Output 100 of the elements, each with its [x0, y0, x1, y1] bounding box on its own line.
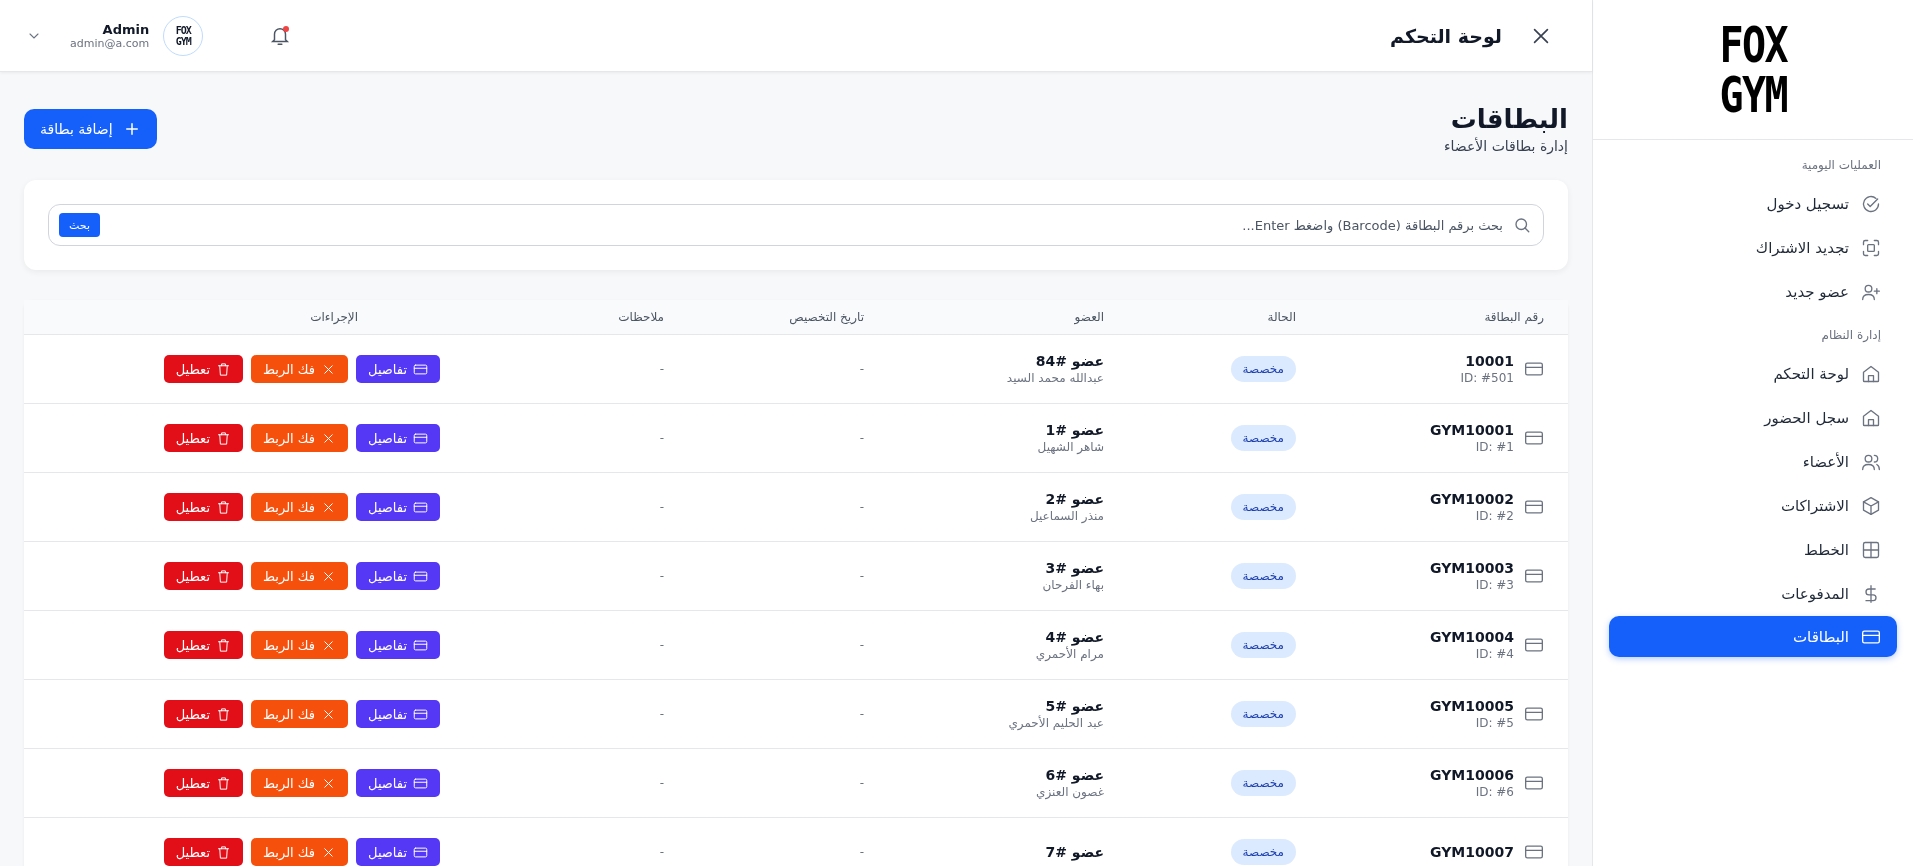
disable-button[interactable]: تعطيل: [163, 631, 243, 659]
member-label: عضو #5: [1044, 698, 1104, 714]
sidebar-item[interactable]: الخطط: [1609, 528, 1897, 572]
table-cell: -: [659, 845, 664, 859]
table-cell: -: [859, 776, 864, 790]
status-badge: مخصصة: [1230, 839, 1296, 865]
member-label: عضو #1: [1044, 422, 1104, 438]
column-header: رقم البطاقة: [1484, 310, 1544, 324]
table-cell: -: [859, 845, 864, 859]
add-card-button[interactable]: إضافة بطاقة: [24, 109, 157, 149]
search-button[interactable]: بحث: [59, 213, 100, 237]
disable-button[interactable]: تعطيل: [163, 769, 243, 797]
trash-icon: [216, 775, 231, 791]
credit-card-icon: [413, 706, 428, 722]
member-name: بهاء الفرحان: [1042, 578, 1104, 592]
card-id: ID: #1: [1475, 440, 1514, 454]
card-number: 10001: [1465, 353, 1514, 369]
details-button[interactable]: تفاصيل: [356, 769, 440, 797]
credit-card-icon: [413, 568, 428, 584]
unlink-button[interactable]: فك الربط: [251, 562, 349, 590]
status-badge: مخصصة: [1230, 494, 1296, 520]
disable-button[interactable]: تعطيل: [163, 562, 243, 590]
sidebar-item[interactable]: عضو جديد: [1609, 270, 1897, 314]
home-icon: [1861, 408, 1881, 428]
check-circle-icon: [1861, 194, 1881, 214]
card-number: GYM10007: [1430, 844, 1514, 860]
heading: البطاقات: [1449, 104, 1568, 134]
column-header: الإجراءات: [310, 310, 358, 324]
disable-button[interactable]: تعطيل: [163, 700, 243, 728]
member-name: مرام الأحمري: [1035, 647, 1104, 661]
table-cell: -: [659, 707, 664, 721]
table-cell: -: [659, 362, 664, 376]
details-button[interactable]: تفاصيل: [356, 700, 440, 728]
user-name: Admin: [102, 21, 150, 37]
details-button[interactable]: تفاصيل: [356, 493, 440, 521]
unlink-button[interactable]: فك الربط: [251, 424, 349, 452]
card-number: GYM10004: [1430, 629, 1514, 645]
home-icon: [1861, 364, 1881, 384]
disable-button[interactable]: تعطيل: [163, 424, 243, 452]
sidebar-item[interactable]: تجديد الاشتراك: [1609, 226, 1897, 270]
member-name: عبد الحليم الأحمري: [1008, 716, 1104, 730]
details-button[interactable]: تفاصيل: [356, 631, 440, 659]
cube-icon: [1861, 496, 1881, 516]
member-label: عضو #7: [1045, 844, 1104, 860]
trash-icon: [216, 637, 231, 653]
sidebar-item[interactable]: الاشتراكات: [1609, 484, 1897, 528]
table-cell: -: [859, 569, 864, 583]
member-label: عضو #6: [1044, 767, 1104, 783]
section-title: العمليات اليومية: [1800, 158, 1882, 174]
status-badge: مخصصة: [1230, 632, 1296, 658]
trash-icon: [216, 499, 231, 515]
details-button[interactable]: تفاصيل: [356, 355, 440, 383]
table-cell: -: [859, 362, 864, 376]
trash-icon: [216, 844, 231, 860]
status-badge: مخصصة: [1230, 701, 1296, 727]
search-icon: [1513, 216, 1531, 234]
disable-button[interactable]: تعطيل: [163, 838, 243, 866]
subtitle: إدارة بطاقات الأعضاء: [1444, 138, 1568, 154]
credit-card-icon: [413, 499, 428, 515]
sidebar-item[interactable]: تسجيل دخول: [1609, 182, 1897, 226]
disable-button[interactable]: تعطيل: [163, 355, 243, 383]
unlink-button[interactable]: فك الربط: [251, 769, 349, 797]
unlink-button[interactable]: فك الربط: [251, 493, 349, 521]
table-cell: -: [859, 500, 864, 514]
details-button[interactable]: تفاصيل: [356, 838, 440, 866]
sidebar-item[interactable]: المدفوعات: [1609, 572, 1897, 616]
disable-button[interactable]: تعطيل: [163, 493, 243, 521]
member-label: عضو #4: [1045, 629, 1104, 645]
unlink-button[interactable]: فك الربط: [251, 631, 349, 659]
trash-icon: [216, 568, 231, 584]
sidebar-item[interactable]: البطاقات: [1609, 616, 1897, 657]
table-cell: -: [859, 431, 864, 445]
member-label: عضو #84: [1034, 353, 1104, 369]
credit-card-icon: [413, 775, 428, 791]
card-id: ID: #2: [1475, 509, 1514, 523]
card-number: GYM10005: [1430, 698, 1514, 714]
table-cell: -: [859, 707, 864, 721]
unlink-button[interactable]: فك الربط: [251, 355, 349, 383]
search-field[interactable]: بحث برقم البطاقة (Barcode) واضغط Enter... بحث: [48, 204, 1544, 246]
sidebar-item[interactable]: سجل الحضور: [1609, 396, 1897, 440]
scan-icon: [1861, 238, 1881, 258]
table-cell: -: [659, 500, 664, 514]
unlink-button[interactable]: فك الربط: [251, 700, 349, 728]
card-id: ID: #6: [1475, 785, 1514, 799]
column-header: الحالة: [1267, 310, 1296, 324]
sidebar-item[interactable]: لوحة التحكم: [1609, 352, 1897, 396]
member-label: عضو #3: [1044, 560, 1104, 576]
user-plus-icon: [1861, 282, 1881, 302]
trash-icon: [216, 430, 231, 446]
unlink-button[interactable]: فك الربط: [251, 838, 349, 866]
table-cell: -: [659, 776, 664, 790]
table-cell: -: [659, 431, 664, 445]
user-email: admin@a.com: [70, 36, 150, 50]
credit-card-icon: [413, 844, 428, 860]
details-button[interactable]: تفاصيل: [356, 424, 440, 452]
details-button[interactable]: تفاصيل: [356, 562, 440, 590]
card-number: GYM10006: [1430, 767, 1514, 783]
table-cell: -: [859, 638, 864, 652]
member-name: غصون العنزي: [1036, 785, 1104, 799]
sidebar-item[interactable]: الأعضاء: [1609, 440, 1897, 484]
